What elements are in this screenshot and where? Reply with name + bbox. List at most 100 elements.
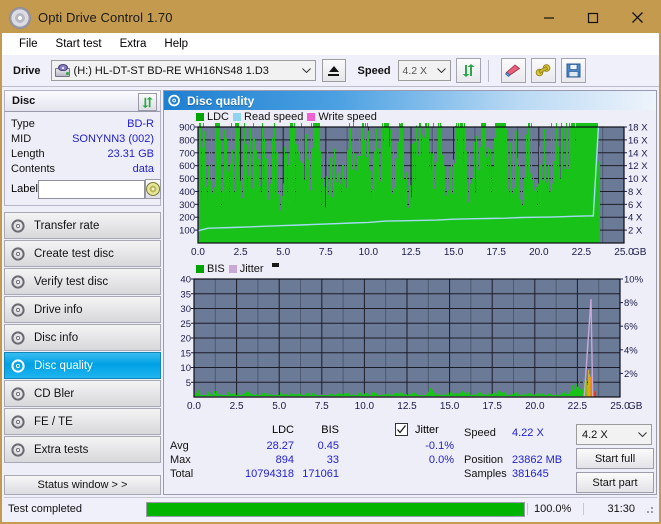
title-bar: Opti Drive Control 1.70 [2, 2, 659, 33]
sidebar-item-disc-quality[interactable]: Disc quality [4, 352, 161, 379]
drive-select-value: (H:) HL-DT-ST BD-RE WH16NS48 1.D3 [73, 64, 269, 77]
sidebar-label: FE / TE [34, 415, 73, 428]
speed-label: Speed [357, 64, 391, 77]
svg-text:4%: 4% [624, 345, 638, 356]
sidebar-label: Verify test disc [34, 275, 109, 288]
legend-label: Write speed [318, 110, 377, 123]
test-speed-select[interactable]: 4.2 X [576, 424, 652, 445]
svg-text:900: 900 [179, 123, 195, 134]
disc-panel-header: Disc [4, 90, 161, 112]
floppy-save-icon [566, 63, 581, 78]
samples-stat-label: Samples [464, 468, 507, 480]
svg-text:18 X: 18 X [628, 123, 648, 134]
progress-fill [147, 502, 524, 516]
eject-icon [328, 65, 339, 72]
save-button[interactable] [560, 58, 586, 83]
stats-avg-jitter: -0.1% [425, 440, 454, 452]
disc-field-contents-value: data [132, 162, 154, 175]
erase-button[interactable] [500, 58, 526, 83]
svg-text:100: 100 [179, 226, 195, 237]
status-message: Test completed [8, 503, 82, 515]
svg-text:20.0: 20.0 [529, 247, 549, 258]
svg-text:15.0: 15.0 [444, 247, 464, 258]
sidebar-item-fe-te[interactable]: FE / TE [4, 408, 161, 435]
sidebar-item-create-test-disc[interactable]: Create test disc [4, 240, 161, 267]
stats-header-ldc: LDC [271, 424, 294, 436]
status-window-button[interactable]: Status window > > [4, 475, 161, 495]
svg-text:22.5: 22.5 [568, 401, 588, 412]
ldc-read-speed-chart[interactable]: 900800 700 600 500 400 300 200 100 18 X16 X 14 X 1… [164, 2, 661, 261]
drive-select[interactable]: (H:) HL-DT-ST BD-RE WH16NS48 1.D3 [50, 60, 316, 81]
start-full-button[interactable]: Start full [576, 448, 654, 469]
disc-icon [11, 330, 27, 345]
sidebar-label: Extra tests [34, 443, 89, 456]
status-bar: Test completed 100.0% 31:30 [4, 497, 657, 520]
svg-text:2 X: 2 X [628, 226, 643, 237]
speed-select[interactable]: 4.2 X [397, 60, 451, 81]
legend-label: Jitter [239, 262, 264, 275]
start-part-button[interactable]: Start part [576, 472, 654, 493]
eject-button[interactable] [321, 59, 346, 82]
sidebar-item-drive-info[interactable]: Drive info [4, 296, 161, 323]
svg-text:30: 30 [180, 304, 191, 315]
disc-panel-title: Disc [12, 95, 36, 107]
sidebar-item-disc-info[interactable]: Disc info [4, 324, 161, 351]
disc-info-fields: Type BD-R MID SONYNN3 (002) Length 23.31… [4, 112, 161, 206]
main-panel: Disc quality LDC Read speed Write speed … [163, 2, 657, 495]
svg-text:16 X: 16 X [628, 135, 648, 146]
menu-extra[interactable]: Extra [111, 36, 156, 52]
app-window: Opti Drive Control 1.70 File Start test … [0, 0, 661, 524]
wrench-icon [535, 64, 550, 77]
sidebar-item-cd-bler[interactable]: CD Bler [4, 380, 161, 407]
sidebar-item-verify-test-disc[interactable]: Verify test disc [4, 268, 161, 295]
legend-label: BIS [207, 262, 225, 275]
stats-row-max-label: Max [170, 454, 191, 466]
minimize-icon[interactable] [527, 2, 571, 33]
svg-text:12.5: 12.5 [397, 401, 417, 412]
stats-total-bis: 171061 [302, 468, 339, 480]
disc-field-type-label: Type [11, 117, 35, 130]
maximize-icon[interactable] [571, 2, 615, 33]
tools-button[interactable] [530, 58, 556, 83]
disc-field-mid-label: MID [11, 132, 32, 145]
sidebar-label: Create test disc [34, 247, 114, 260]
cd-disc-icon [145, 182, 160, 196]
chevron-down-icon [638, 425, 647, 444]
disc-quality-icon [168, 94, 180, 107]
disc-field-length: Length 23.31 GB [11, 146, 154, 161]
position-stat-value: 23862 MB [512, 454, 563, 466]
refresh-disc-button[interactable] [138, 93, 157, 111]
ldc-legend: LDC Read speed Write speed [164, 110, 656, 123]
menu-start-test[interactable]: Start test [47, 36, 111, 52]
sidebar-label: Drive info [34, 303, 83, 316]
svg-text:2.5: 2.5 [234, 247, 248, 258]
bis-jitter-chart[interactable]: 40 35 30 25 20 15 10 5 10% 8% 6% 4% 2% 0.0 2.5 5.0 7.5 10… [164, 275, 661, 415]
svg-text:10.0: 10.0 [359, 247, 379, 258]
svg-text:6%: 6% [624, 322, 638, 333]
svg-text:800: 800 [179, 135, 195, 146]
legend-swatch [196, 264, 204, 273]
sidebar-item-extra-tests[interactable]: Extra tests [4, 436, 161, 463]
close-icon[interactable] [615, 2, 659, 33]
disc-quality-header: Disc quality [164, 91, 656, 110]
disc-icon [11, 246, 27, 261]
svg-text:8%: 8% [624, 298, 638, 309]
svg-text:2.5: 2.5 [230, 401, 244, 412]
disc-field-length-label: Length [11, 147, 45, 160]
start-full-label: Start full [594, 452, 636, 465]
read-label-button[interactable] [144, 179, 161, 199]
disc-label-input[interactable] [37, 179, 145, 199]
disc-icon [11, 218, 27, 233]
disc-icon [11, 358, 27, 373]
svg-text:4 X: 4 X [628, 213, 643, 224]
refresh-drive-button[interactable] [455, 58, 481, 83]
legend-read-speed: Read speed [233, 111, 303, 123]
menu-file[interactable]: File [10, 36, 47, 52]
menu-help[interactable]: Help [155, 36, 197, 52]
disc-icon [11, 302, 27, 317]
resize-grip-icon[interactable] [643, 503, 655, 515]
toolbar-divider [487, 59, 489, 82]
svg-text:600: 600 [179, 161, 195, 172]
jitter-checkbox[interactable] [395, 423, 408, 436]
sidebar-item-transfer-rate[interactable]: Transfer rate [4, 212, 161, 239]
